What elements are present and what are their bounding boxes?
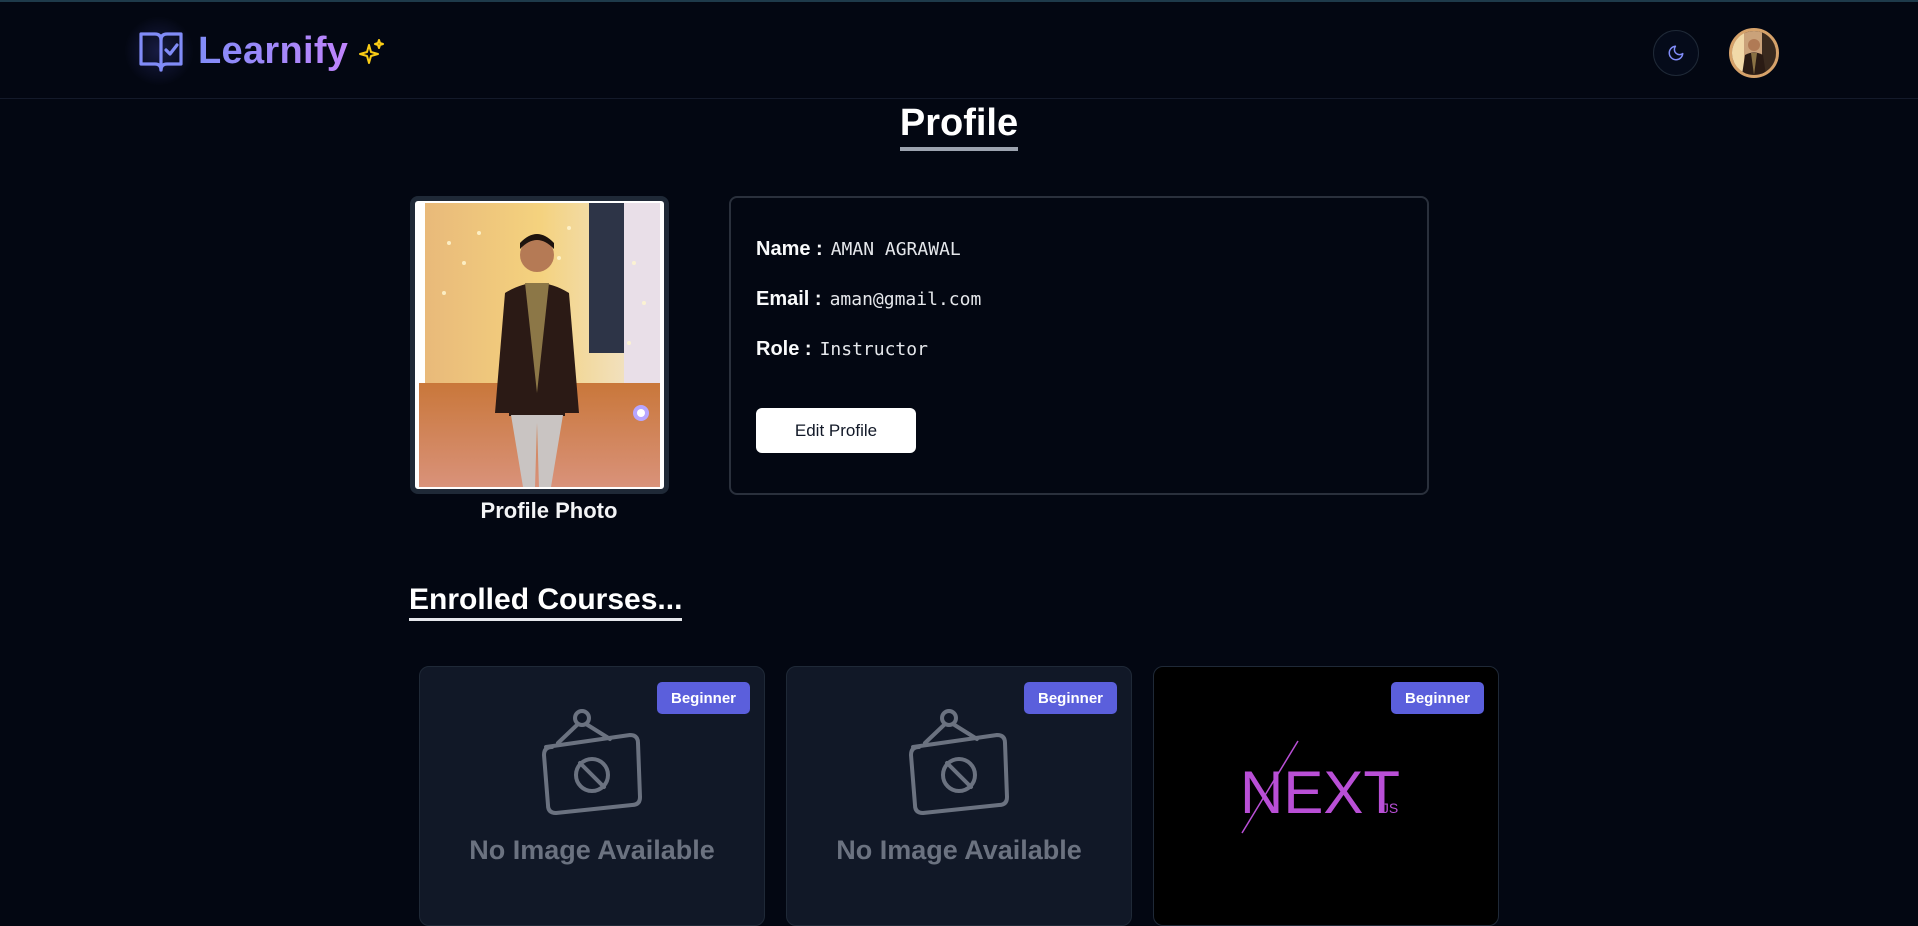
level-badge: Beginner: [656, 682, 750, 714]
image-off-icon: [907, 707, 1011, 824]
role-label: Role :: [756, 338, 812, 360]
no-image-text: No Image Available: [836, 835, 1082, 865]
nextjs-logo-suffix: .JS: [1378, 800, 1398, 816]
profile-info-card: Name : AMAN AGRAWAL Email : aman@gmail.c…: [729, 196, 1429, 495]
level-badge: Beginner: [1023, 682, 1117, 714]
brand-name: Learnify: [198, 29, 349, 72]
email-label: Email :: [756, 288, 822, 310]
sparkles-icon: [358, 38, 386, 66]
theme-toggle-button[interactable]: [1653, 30, 1699, 76]
edit-profile-button[interactable]: Edit Profile: [756, 408, 916, 453]
role-row: Role : Instructor: [756, 338, 928, 361]
course-card[interactable]: Beginner No Image Available: [419, 666, 765, 926]
page-title-wrapper: Profile: [0, 102, 1918, 151]
profile-photo-caption: Profile Photo: [480, 498, 618, 523]
top-navbar: Learnify: [0, 2, 1918, 99]
nextjs-logo: NEXT .JS: [1240, 737, 1420, 842]
no-image-text: No Image Available: [469, 835, 715, 865]
email-value: aman@gmail.com: [829, 289, 982, 310]
brand-logo-link[interactable]: Learnify: [124, 16, 386, 86]
moon-icon: [1667, 44, 1685, 62]
course-card[interactable]: Beginner No Image Available: [786, 666, 1132, 926]
role-value: Instructor: [819, 339, 928, 360]
user-avatar[interactable]: [1729, 28, 1779, 78]
name-value: AMAN AGRAWAL: [830, 239, 961, 260]
course-card[interactable]: Beginner NEXT .JS: [1153, 666, 1499, 926]
book-check-icon: [138, 30, 184, 72]
nextjs-logo-text: NEXT: [1240, 759, 1400, 826]
email-row: Email : aman@gmail.com: [756, 288, 981, 311]
enrolled-courses-title: Enrolled Courses...: [409, 583, 683, 621]
name-label: Name :: [756, 238, 823, 260]
name-row: Name : AMAN AGRAWAL: [756, 238, 961, 261]
level-badge: Beginner: [1390, 682, 1484, 714]
profile-photo: [410, 196, 669, 494]
image-off-icon: [540, 707, 644, 824]
page-title: Profile: [899, 102, 1019, 151]
